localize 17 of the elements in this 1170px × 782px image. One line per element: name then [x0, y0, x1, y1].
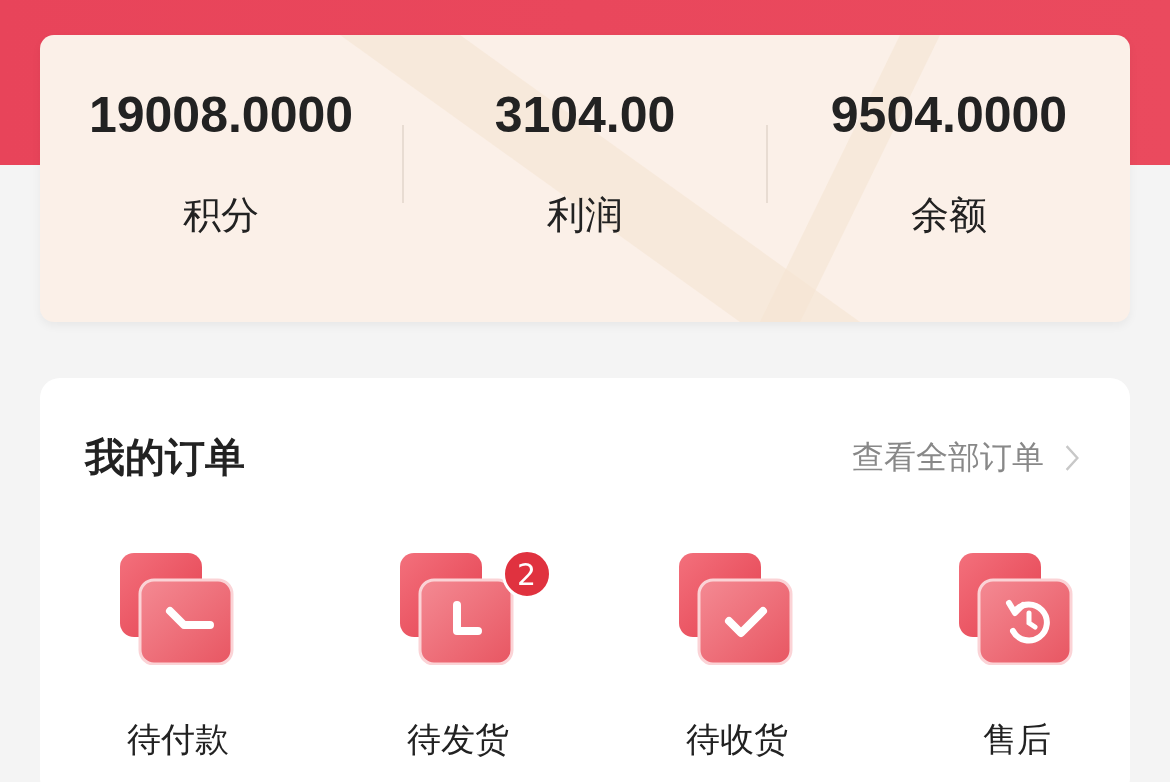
stat-label: 积分 — [183, 192, 259, 239]
order-status-item[interactable]: 待收货 — [639, 553, 836, 763]
chevron-icon — [1064, 443, 1080, 472]
clock-icon — [120, 553, 236, 665]
count-badge: 2 — [501, 549, 552, 599]
stat-label: 余额 — [911, 192, 987, 239]
stat-value: 19008.0000 — [88, 86, 354, 144]
stat-value: 9504.0000 — [830, 86, 1068, 144]
section-title: 我的订单 — [85, 433, 245, 482]
view-all-link[interactable]: 查看全部订单 — [852, 435, 1080, 480]
order-status-item[interactable]: 待付款 — [80, 553, 276, 763]
clock-icon — [399, 553, 516, 665]
check-icon — [679, 553, 796, 665]
order-status-item[interactable]: 售后 — [918, 553, 1115, 763]
refresh-icon — [958, 553, 1075, 665]
stat-label: 利润 — [547, 192, 623, 239]
stat-value: 3104.00 — [494, 86, 676, 144]
